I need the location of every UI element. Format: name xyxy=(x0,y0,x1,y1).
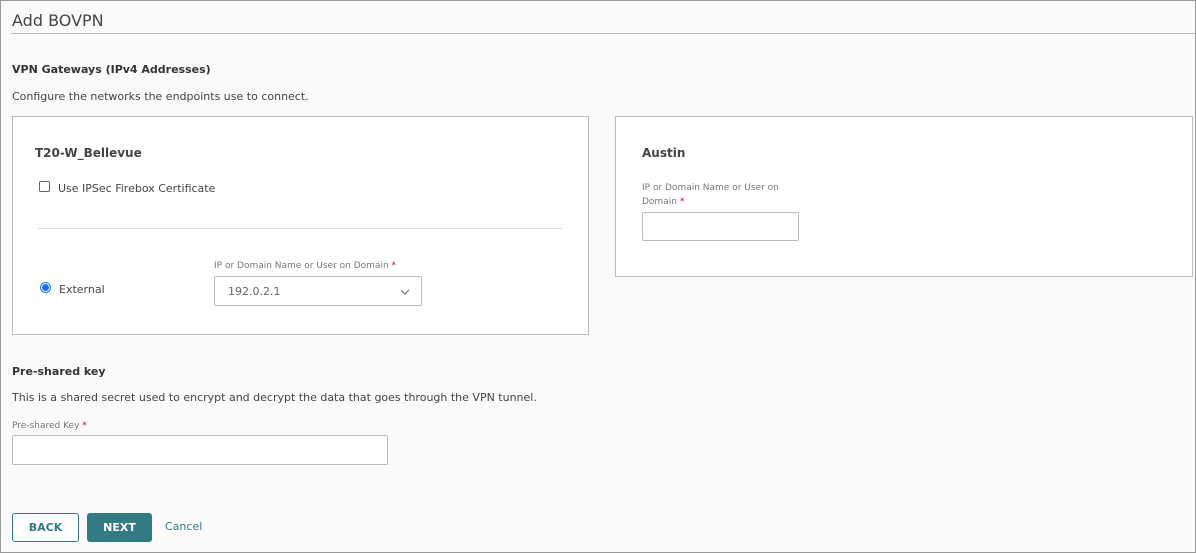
required-mark: * xyxy=(391,261,397,271)
page-title: Add BOVPN xyxy=(12,11,104,30)
psk-field-label: Pre-shared Key * xyxy=(12,421,87,431)
title-divider xyxy=(11,33,1195,34)
required-mark: * xyxy=(679,197,685,207)
divider xyxy=(38,228,562,229)
local-gateway-name: T20-W_Bellevue xyxy=(35,146,142,160)
remote-field-label-text: Domain xyxy=(642,197,677,207)
psk-field-label-text: Pre-shared Key xyxy=(12,421,80,431)
psk-input[interactable] xyxy=(12,435,388,465)
local-field-label: IP or Domain Name or User on Domain * xyxy=(214,261,396,271)
chevron-down-icon xyxy=(400,289,410,295)
gateways-heading: VPN Gateways (IPv4 Addresses) xyxy=(12,63,211,76)
certificate-checkbox[interactable] xyxy=(39,181,50,192)
back-button[interactable]: BACK xyxy=(12,513,79,542)
next-button[interactable]: NEXT xyxy=(87,513,152,542)
local-address-select[interactable]: 192.0.2.1 xyxy=(214,276,422,306)
psk-description: This is a shared secret used to encrypt … xyxy=(12,391,537,404)
external-radio[interactable] xyxy=(40,282,51,293)
certificate-label: Use IPSec Firebox Certificate xyxy=(58,182,216,195)
required-mark: * xyxy=(82,421,87,431)
local-field-label-text: IP or Domain Name or User on Domain xyxy=(214,261,389,271)
external-label: External xyxy=(59,283,105,296)
remote-gateway-name: Austin xyxy=(642,146,686,160)
cancel-link[interactable]: Cancel xyxy=(165,520,202,533)
remote-address-input[interactable] xyxy=(642,212,799,241)
radio-selected-dot xyxy=(42,284,49,291)
remote-field-label-line1: IP or Domain Name or User on xyxy=(642,183,779,193)
psk-heading: Pre-shared key xyxy=(12,365,106,378)
gateways-description: Configure the networks the endpoints use… xyxy=(12,90,309,103)
remote-gateway-panel: Austin IP or Domain Name or User on Doma… xyxy=(615,116,1193,277)
local-address-value: 192.0.2.1 xyxy=(228,285,281,298)
local-gateway-panel: T20-W_Bellevue Use IPSec Firebox Certifi… xyxy=(12,116,589,335)
remote-field-label-line2: Domain * xyxy=(642,197,684,207)
